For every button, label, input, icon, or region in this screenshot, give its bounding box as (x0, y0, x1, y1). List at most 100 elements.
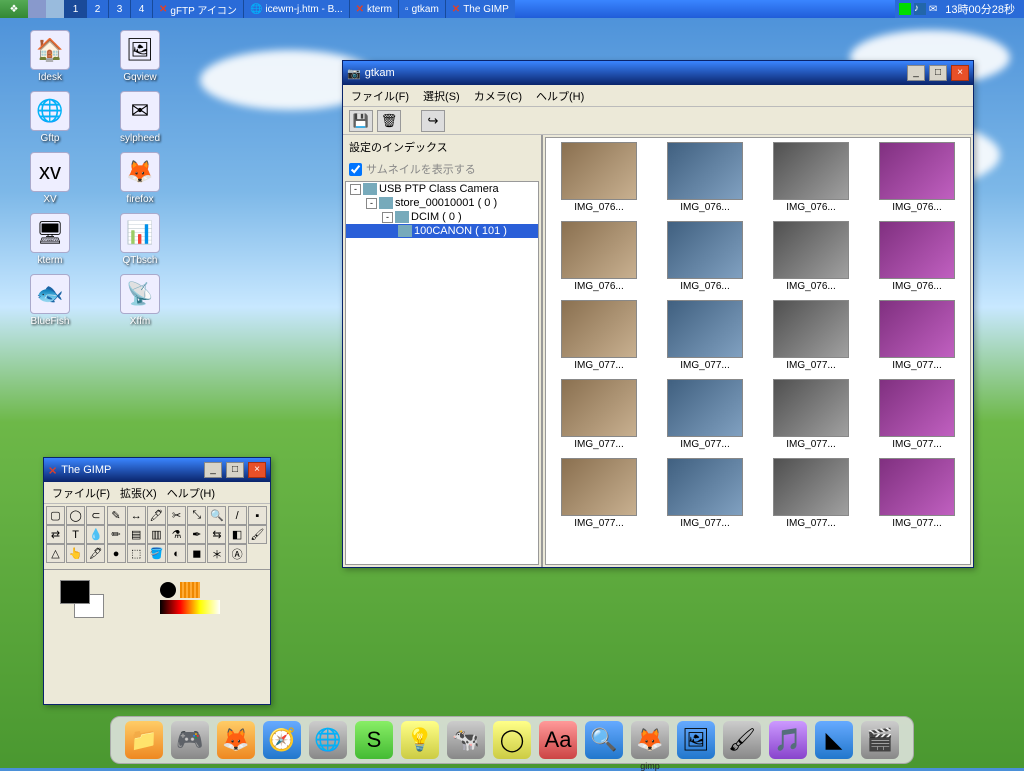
workspace-3[interactable]: 3 (108, 0, 130, 18)
show-desktop-button[interactable] (28, 0, 46, 18)
gtkam-titlebar[interactable]: 📷 gtkam _ □ × (343, 61, 973, 85)
gimp-tool[interactable]: ⬚ (127, 544, 146, 563)
workspace-4[interactable]: 4 (130, 0, 152, 18)
gimp-tool[interactable]: ▢ (46, 506, 65, 525)
dock-item[interactable]: 🌐 (309, 721, 347, 759)
desktop-icon-bluefish[interactable]: 🐟BlueFish (20, 274, 80, 327)
thumbnail-checkbox[interactable]: サムネイルを表示する (343, 159, 541, 179)
dock-item[interactable]: 🎮 (171, 721, 209, 759)
gimp-tool[interactable]: ◧ (228, 525, 247, 544)
gimp-tool[interactable]: △ (46, 544, 65, 563)
maximize-button[interactable]: □ (929, 65, 947, 81)
thumbnail[interactable]: IMG_077... (656, 300, 754, 371)
thumbnail[interactable]: IMG_077... (762, 458, 860, 529)
thumbnail[interactable]: IMG_077... (656, 458, 754, 529)
gimp-tool[interactable]: ✂ (167, 506, 186, 525)
dock-item[interactable]: ◣ (815, 721, 853, 759)
menu-item[interactable]: ヘルプ(H) (536, 88, 584, 104)
thumbnail[interactable]: IMG_076... (550, 142, 648, 213)
minimize-button[interactable]: _ (204, 462, 222, 478)
gimp-tool[interactable]: 🖋 (86, 544, 105, 563)
dock-item[interactable]: 🔍 (585, 721, 623, 759)
close-button[interactable]: × (951, 65, 969, 81)
thumbnail[interactable]: IMG_077... (868, 300, 966, 371)
gimp-titlebar[interactable]: ⨯ The GIMP _ □ × (44, 458, 270, 482)
tree-node[interactable]: 100CANON ( 101 ) (346, 224, 538, 238)
taskbar-item[interactable]: ✕gFTP アイコン (152, 0, 243, 18)
desktop-icon-gftp[interactable]: 🌐Gftp (20, 91, 80, 144)
maximize-button[interactable]: □ (226, 462, 244, 478)
workspace-1[interactable]: 1 (64, 0, 86, 18)
gimp-tool[interactable]: ◐ (167, 544, 186, 563)
foreground-color[interactable] (60, 580, 90, 604)
gimp-tool[interactable]: ▤ (127, 525, 146, 544)
thumbnail[interactable]: IMG_076... (656, 142, 754, 213)
dock-item[interactable]: 🐄 (447, 721, 485, 759)
dock-item[interactable]: 🧭 (263, 721, 301, 759)
thumbnail[interactable]: IMG_077... (550, 300, 648, 371)
dock-item[interactable]: 🦊 (217, 721, 255, 759)
thumbnail[interactable]: IMG_077... (868, 458, 966, 529)
dock-item[interactable]: ◯ (493, 721, 531, 759)
workspace-2[interactable]: 2 (86, 0, 108, 18)
menu-item[interactable]: 拡張(X) (120, 485, 157, 501)
dock-item[interactable]: 📁 (125, 721, 163, 759)
gimp-tool[interactable]: 💧 (86, 525, 105, 544)
desktop-icon-qtbsch[interactable]: 📊QTbsch (110, 213, 170, 266)
menu-item[interactable]: ファイル(F) (351, 88, 409, 104)
gimp-tool[interactable]: 🖊 (147, 506, 166, 525)
gimp-tool[interactable]: ◯ (66, 506, 85, 525)
gimp-tool[interactable]: 👆 (66, 544, 85, 563)
gimp-tool[interactable]: T (66, 525, 85, 544)
gimp-tool[interactable]: ✏ (107, 525, 126, 544)
tray-mail-icon[interactable]: ✉ (929, 4, 937, 15)
tree-expand-icon[interactable]: - (382, 212, 393, 223)
gradient-preview[interactable] (160, 580, 220, 620)
menu-item[interactable]: 選択(S) (423, 88, 460, 104)
thumbnail[interactable]: IMG_077... (868, 379, 966, 450)
exit-button[interactable]: ↪ (421, 110, 445, 132)
gimp-tool[interactable]: ↔ (127, 506, 146, 525)
gimp-tool[interactable]: ✒ (187, 525, 206, 544)
save-button[interactable]: 💾 (349, 110, 373, 132)
taskbar-item[interactable]: ▫gtkam (398, 0, 445, 18)
camera-tree[interactable]: -USB PTP Class Camera-store_00010001 ( 0… (345, 181, 539, 565)
gimp-tool[interactable]: ＊ (207, 544, 226, 563)
thumbnail[interactable]: IMG_076... (868, 221, 966, 292)
gimp-tool[interactable]: ▥ (147, 525, 166, 544)
desktop-icon-xffm[interactable]: 📡Xffm (110, 274, 170, 327)
gimp-tool[interactable]: ▪ (248, 506, 267, 525)
thumbnail[interactable]: IMG_076... (762, 221, 860, 292)
desktop-icon-idesk[interactable]: 🏠Idesk (20, 30, 80, 83)
gimp-tool[interactable]: ⇄ (46, 525, 65, 544)
color-swatch[interactable] (60, 580, 110, 620)
gimp-tool[interactable]: ⇆ (207, 525, 226, 544)
gimp-tool[interactable]: / (228, 506, 247, 525)
thumbnail[interactable]: IMG_077... (762, 379, 860, 450)
thumbnail[interactable]: IMG_077... (762, 300, 860, 371)
menu-item[interactable]: ヘルプ(H) (167, 485, 215, 501)
dock-item[interactable]: S (355, 721, 393, 759)
tree-node[interactable]: -store_00010001 ( 0 ) (346, 196, 538, 210)
gimp-tool[interactable]: Ⓐ (228, 544, 247, 563)
thumbnail[interactable]: IMG_076... (868, 142, 966, 213)
dock-item[interactable]: 🖼 (677, 721, 715, 759)
gimp-tool[interactable]: ● (107, 544, 126, 563)
minimize-button[interactable]: _ (907, 65, 925, 81)
tree-expand-icon[interactable]: - (350, 184, 361, 195)
thumbnail[interactable]: IMG_077... (550, 379, 648, 450)
gimp-tool[interactable]: ◼ (187, 544, 206, 563)
gimp-tool[interactable]: 🖌 (248, 525, 267, 544)
tree-node[interactable]: -USB PTP Class Camera (346, 182, 538, 196)
tray-icon[interactable] (899, 3, 911, 15)
taskbar-item[interactable]: ✕The GIMP (445, 0, 515, 18)
tree-node[interactable]: -DCIM ( 0 ) (346, 210, 538, 224)
dock-item[interactable]: 🦊gimp (631, 721, 669, 759)
start-button[interactable]: ❖ (0, 0, 28, 18)
thumbnail[interactable]: IMG_077... (656, 379, 754, 450)
taskbar-item[interactable]: ✕kterm (349, 0, 398, 18)
desktop-icon-gqview[interactable]: 🖼Gqview (110, 30, 170, 83)
thumbnail[interactable]: IMG_076... (550, 221, 648, 292)
menu-item[interactable]: カメラ(C) (474, 88, 522, 104)
tray-icon[interactable]: ♪ (914, 3, 926, 15)
